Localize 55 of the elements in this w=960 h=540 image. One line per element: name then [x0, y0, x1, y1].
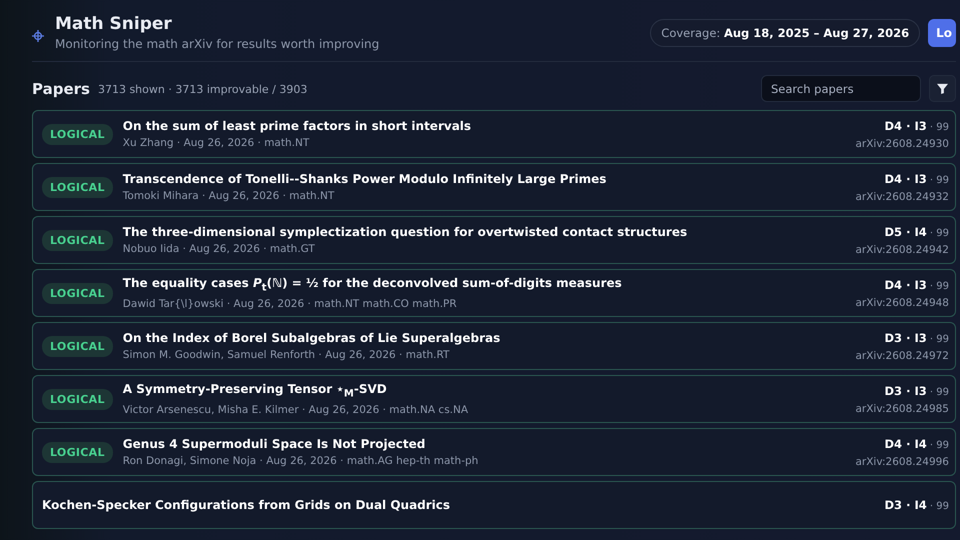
app-subtitle: Monitoring the math arXiv for results worth improving [55, 37, 380, 51]
paper-meta: Victor Arsenescu, Misha E. Kilmer · Aug 26, 2026 · math.NA cs.NA [122, 404, 470, 416]
paper-card[interactable]: LOGICAL On the Index of Borel Subalgebras of Lie Superalgebras Simon M. Goodwin, Samuel Renforth · Aug 26, 2026 · math.RT D3 · I3 · 99 arXiv:2608.24972 [32, 322, 956, 370]
paper-score: D5 · I4 · 99 [884, 224, 949, 238]
arxiv-id: arXiv:2608.24932 [855, 190, 949, 202]
paper-title[interactable]: The equality cases P$_{t}$(ℕ) = ½ for the deconvolved sum-of-digits measures [122, 276, 856, 294]
paper-score: D3 · I3 · 99 [884, 330, 949, 344]
paper-card[interactable]: Kochen-Specker Configurations from Grids on Dual Quadrics D3 · I4 · 99 [32, 481, 956, 529]
paper-title[interactable]: Genus 4 Supermoduli Space Is Not Projected [122, 437, 856, 451]
arxiv-id: arXiv:2608.24972 [855, 350, 949, 362]
filter-icon [937, 83, 948, 94]
paper-score: D3 · I3 · 99 [884, 384, 949, 398]
paper-title[interactable]: On the Index of Borel Subalgebras of Lie Superalgebras [122, 331, 856, 345]
paper-card[interactable]: LOGICAL A Symmetry-Preserving Tensor ⋆$_{M}$-SVD Victor Arsenescu, Misha E. Kilmer · Aug 26, 2026 · math.NA cs.NA D3 · I3 · 99 arXiv:2608.24985 [32, 375, 956, 423]
paper-score: D4 · I3 · 99 [884, 118, 949, 132]
category-badge: LOGICAL [42, 442, 113, 462]
login-button[interactable]: Lo [928, 18, 956, 46]
paper-card[interactable]: LOGICAL Genus 4 Supermoduli Space Is Not Projected Ron Donagi, Simone Noja · Aug 26, 2026 · math.AG hep-th math-ph D4 · I4 · 99 arXiv:2608.24996 [32, 428, 956, 476]
paper-card[interactable]: LOGICAL The equality cases P$_{t}$(ℕ) = ½ for the deconvolved sum-of-digits measures Dawid Tar{\l}owski · Aug 26, 2026 · math.NT math.CO math.PR D4 · I3 · 99 arXiv:2608.24948 [32, 269, 956, 317]
search-field[interactable]: Search papers [761, 75, 921, 102]
paper-score: D4 · I4 · 99 [884, 436, 949, 450]
category-badge: LOGICAL [42, 336, 113, 356]
paper-meta: Xu Zhang · Aug 26, 2026 · math.NT [122, 137, 310, 149]
paper-meta: Nobuo Iida · Aug 26, 2026 · math.GT [122, 243, 316, 255]
category-badge: LOGICAL [42, 230, 113, 250]
category-badge: LOGICAL [42, 176, 113, 198]
paper-meta: Tomoki Mihara · Aug 26, 2026 · math.NT [122, 190, 336, 202]
arxiv-id: arXiv:2608.24930 [855, 138, 949, 150]
paper-card[interactable]: LOGICAL Transcendence of Tonelli--Shanks Power Modulo Infinitely Large Primes Tomoki Mihara · Aug 26, 2026 · math.NT D4 · I3 · 99 arXiv:2608.24932 [32, 163, 956, 211]
paper-title[interactable]: The three-dimensional symplectization question for overtwisted contact structures [122, 225, 856, 239]
paper-card[interactable]: LOGICAL The three-dimensional symplectization question for overtwisted contact structures Nobuo Iida · Aug 26, 2026 · math.GT D5 · I4 · 99 arXiv:2608.24942 [32, 216, 956, 264]
paper-title[interactable]: A Symmetry-Preserving Tensor ⋆$_{M}$-SVD [122, 382, 856, 400]
paper-score: D4 · I3 · 99 [884, 278, 949, 292]
app-title: Math Sniper [55, 14, 173, 34]
category-badge: LOGICAL [42, 388, 113, 410]
paper-title[interactable]: On the sum of least prime factors in short intervals [122, 119, 856, 133]
category-badge: LOGICAL [42, 282, 113, 304]
filter-button[interactable] [929, 75, 956, 102]
paper-meta: Dawid Tar{\l}owski · Aug 26, 2026 · math.NT math.CO math.PR [122, 298, 458, 310]
paper-card[interactable]: LOGICAL On the sum of least prime factors in short intervals Xu Zhang · Aug 26, 2026 · math.NT D4 · I3 · 99 arXiv:2608.24930 [32, 110, 956, 158]
arxiv-id: arXiv:2608.24942 [855, 244, 949, 256]
paper-meta: Simon M. Goodwin, Samuel Renforth · Aug 26, 2026 · math.RT [122, 349, 450, 361]
paper-title[interactable]: Transcendence of Tonelli--Shanks Power Modulo Infinitely Large Primes [122, 172, 856, 186]
arxiv-id: arXiv:2608.24948 [855, 296, 949, 308]
paper-score: D3 · I4 · 99 [884, 498, 949, 512]
arxiv-id: arXiv:2608.24985 [855, 402, 949, 414]
section-heading: Papers [32, 80, 90, 98]
paper-score: D4 · I3 · 99 [884, 172, 949, 186]
category-badge: LOGICAL [42, 124, 113, 144]
crosshair-icon [32, 30, 44, 42]
arxiv-id: arXiv:2608.24996 [855, 456, 949, 468]
paper-stats: 3713 shown · 3713 improvable / 3903 [98, 83, 308, 96]
paper-title[interactable]: Kochen-Specker Configurations from Grids on Dual Quadrics [42, 498, 885, 512]
coverage-pill: Coverage: Aug 18, 2025 – Aug 27, 2026 [650, 18, 920, 46]
paper-meta: Ron Donagi, Simone Noja · Aug 26, 2026 · math.AG hep-th math-ph [122, 455, 480, 467]
